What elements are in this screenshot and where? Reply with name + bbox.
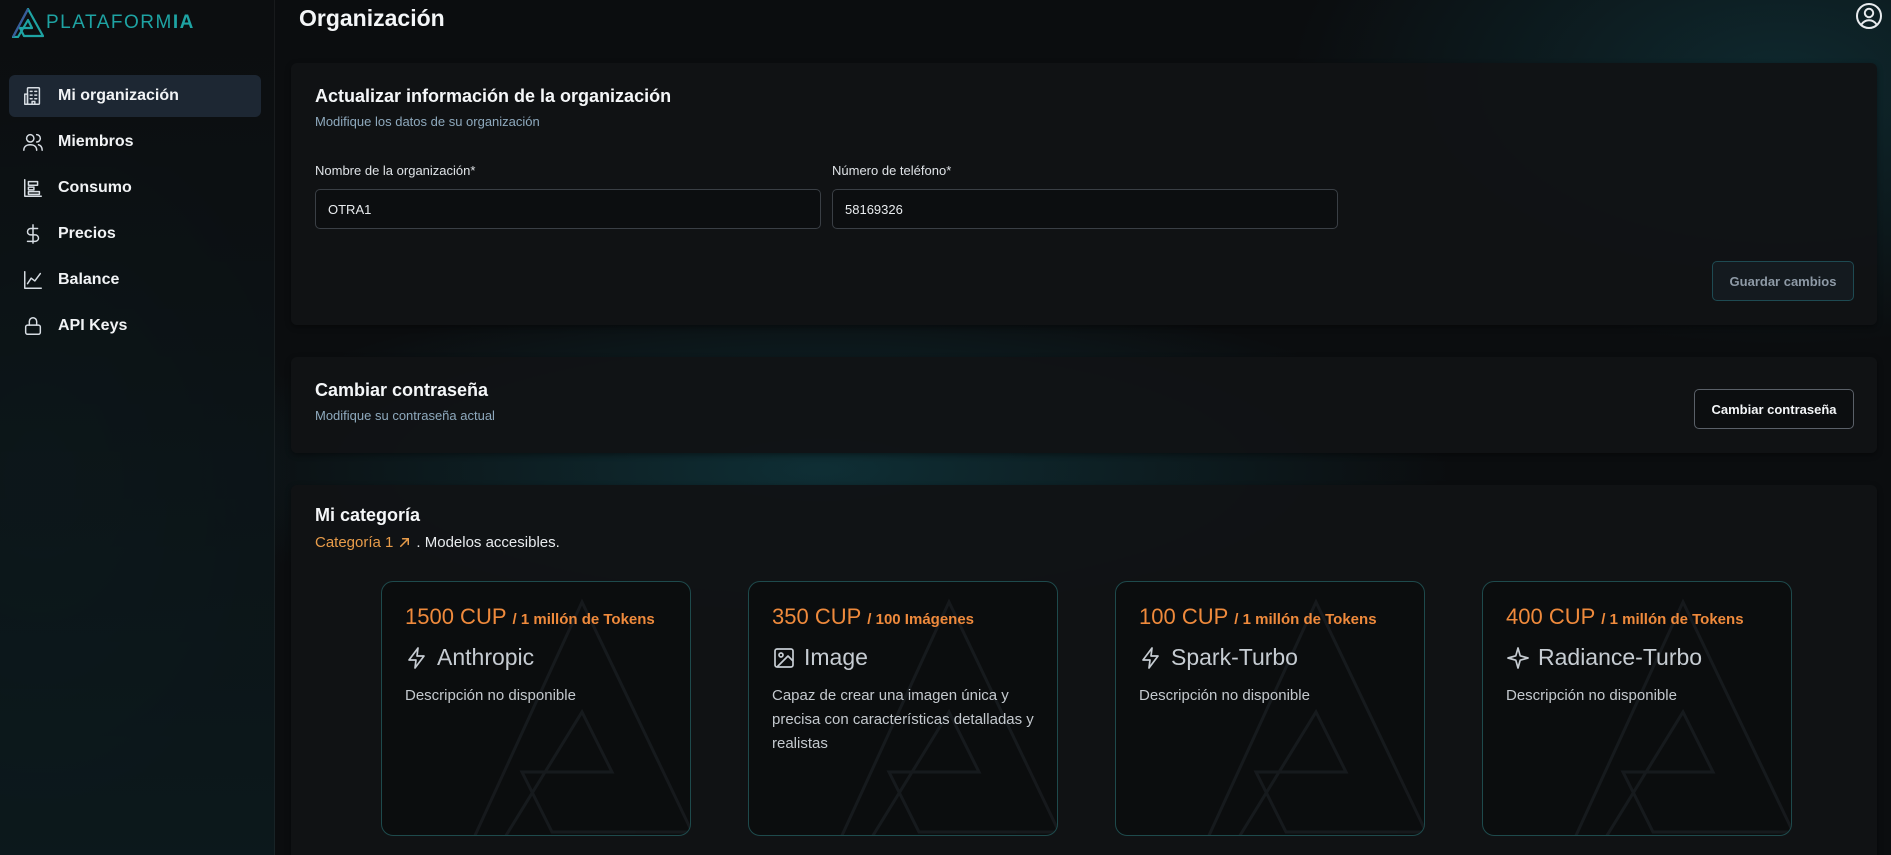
sidebar-item-label: Mi organización [58, 87, 179, 104]
change-password-button[interactable]: Cambiar contraseña [1694, 389, 1854, 429]
dollar-icon [26, 224, 40, 244]
model-price: 350 CUP/ 100 Imágenes [772, 604, 975, 629]
building-icon [24, 87, 41, 105]
image-icon [774, 647, 794, 668]
password-card: Cambiar contraseña Modifique su contrase… [291, 357, 1877, 453]
model-description: Descripción no disponible [1506, 687, 1677, 704]
sidebar-item-label: Miembros [58, 133, 134, 150]
model-description: Descripción no disponible [1139, 687, 1310, 704]
category-card: Mi categoría Categoría 1 . Modelos acces… [291, 485, 1877, 855]
sidebar-nav: Mi organización Miembros Consumo Precios… [9, 75, 261, 351]
sidebar-item-mi-organizacion[interactable]: Mi organización [9, 75, 261, 117]
brand-logo[interactable]: PLATAFORMIA [12, 8, 195, 38]
brand-logo-icon [12, 8, 44, 38]
sidebar-item-miembros[interactable]: Miembros [9, 121, 261, 163]
chart-line-icon [24, 271, 42, 289]
model-price: 400 CUP/ 1 millón de Tokens [1506, 604, 1744, 629]
sidebar-item-api-keys[interactable]: API Keys [9, 305, 261, 347]
phone-label: Número de teléfono* [832, 163, 952, 178]
model-name: Image [772, 644, 1034, 671]
model-description: Capaz de crear una imagen única y precis… [772, 687, 1034, 752]
model-name: Anthropic [405, 644, 667, 671]
sidebar-item-label: API Keys [58, 317, 128, 334]
external-arrow-icon [400, 538, 410, 547]
org-info-card: Actualizar información de la organizació… [291, 63, 1877, 325]
model-list: 1500 CUP/ 1 millón de Tokens Anthropic D… [381, 581, 1792, 836]
category-line: Categoría 1 . Modelos accesibles. [315, 534, 1853, 551]
sidebar-item-label: Precios [58, 225, 116, 242]
model-card[interactable]: 400 CUP/ 1 millón de Tokens Radiance-Tur… [1482, 581, 1792, 836]
user-account-icon[interactable] [1855, 2, 1883, 30]
sidebar: PLATAFORMIA Mi organización Miembros Con… [0, 0, 275, 855]
model-card[interactable]: 350 CUP/ 100 Imágenes Image Capaz de cre… [748, 581, 1058, 836]
category-suffix: . Modelos accesibles. [416, 534, 560, 551]
model-card[interactable]: 1500 CUP/ 1 millón de Tokens Anthropic D… [381, 581, 691, 836]
org-name-field[interactable] [315, 189, 821, 229]
model-description: Descripción no disponible [405, 687, 576, 704]
org-info-title: Actualizar información de la organizació… [315, 86, 672, 106]
lock-icon [24, 317, 42, 335]
sidebar-item-consumo[interactable]: Consumo [9, 167, 261, 209]
password-subtitle: Modifique su contraseña actual [315, 408, 495, 423]
category-title: Mi categoría [315, 505, 421, 525]
category-link[interactable]: Categoría 1 [315, 534, 412, 551]
sidebar-item-label: Consumo [58, 179, 132, 196]
sidebar-item-balance[interactable]: Balance [9, 259, 261, 301]
model-price: 1500 CUP/ 1 millón de Tokens [405, 604, 655, 629]
org-info-subtitle: Modifique los datos de su organización [315, 114, 540, 129]
org-name-label: Nombre de la organización* [315, 163, 476, 178]
page-title: Organización [299, 5, 445, 31]
sidebar-item-precios[interactable]: Precios [9, 213, 261, 255]
password-title: Cambiar contraseña [315, 380, 489, 400]
sidebar-item-label: Balance [58, 271, 120, 288]
model-card[interactable]: 100 CUP/ 1 millón de Tokens Spark-Turbo … [1115, 581, 1425, 836]
model-price: 100 CUP/ 1 millón de Tokens [1139, 604, 1377, 629]
lightning-icon [1142, 646, 1159, 669]
users-icon [23, 133, 43, 151]
save-changes-button[interactable]: Guardar cambios [1712, 261, 1854, 301]
consumption-icon [24, 179, 42, 197]
model-name: Spark-Turbo [1139, 644, 1401, 671]
model-name: Radiance-Turbo [1506, 644, 1768, 671]
brand-name: PLATAFORMIA [46, 12, 195, 33]
phone-field[interactable] [832, 189, 1338, 229]
sparkle-icon [1507, 646, 1529, 669]
lightning-icon [408, 646, 425, 669]
